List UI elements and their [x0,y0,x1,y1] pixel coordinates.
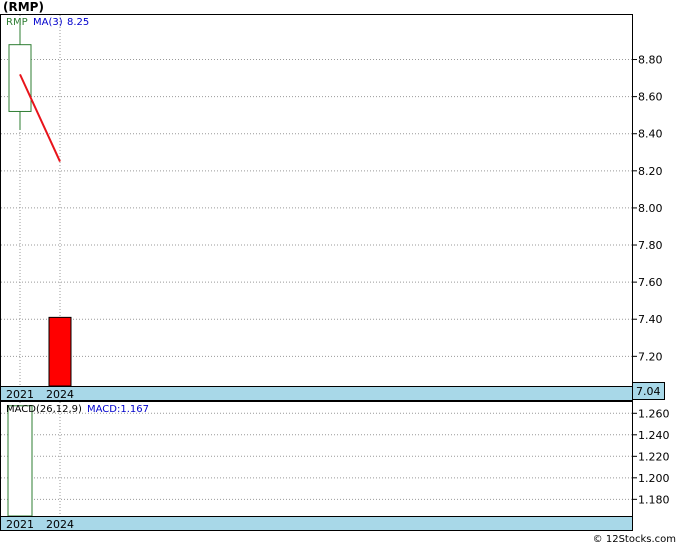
candle-2024 [48,316,72,387]
macd-x-axis-band [0,516,633,531]
legend-ticker: RMP [6,17,28,28]
legend-ma-label: MA(3) [33,17,63,28]
price-x-label: 2024 [46,388,74,401]
last-price-label: 7.04 [636,385,661,398]
candle-body [48,316,72,387]
stock-chart: (RMP) 8.80 8.60 8.40 8.20 8.00 7.80 7.60 7.40 7.… [0,0,676,545]
price-tick-label: 8.80 [638,54,663,67]
legend-ma-value: 8.25 [67,17,89,28]
price-tick-label: 7.20 [638,350,663,363]
price-tick-label: 8.20 [638,165,663,178]
chart-title: (RMP) [3,0,44,14]
price-tick-label: 8.40 [638,128,663,141]
macd-tick-label: 1.220 [638,450,670,463]
macd-bars [7,405,33,517]
price-x-label: 2021 [6,388,34,401]
macd-x-label: 2021 [6,518,34,531]
macd-y-axis: 1.260 1.240 1.220 1.200 1.180 [632,407,670,506]
macd-legend-value: MACD:1.167 [87,404,149,415]
price-panel [0,14,633,387]
price-tick-label: 8.00 [638,202,663,215]
price-tick-label: 8.60 [638,91,663,104]
macd-x-label: 2024 [46,518,74,531]
price-tick-label: 7.60 [638,276,663,289]
macd-bar-2021 [7,405,33,517]
macd-tick-label: 1.260 [638,407,670,420]
price-y-axis: 8.80 8.60 8.40 8.20 8.00 7.80 7.60 7.40 7.20 [632,54,663,363]
macd-tick-label: 1.240 [638,429,670,442]
price-x-axis-band [0,386,633,401]
price-tick-label: 7.80 [638,239,663,252]
watermark: © 12Stocks.com [593,534,676,545]
price-tick-label: 7.40 [638,313,663,326]
macd-tick-label: 1.200 [638,472,670,485]
macd-tick-label: 1.180 [638,493,670,506]
macd-legend-label: MACD(26,12,9) [6,404,82,415]
candle-body [8,44,32,112]
